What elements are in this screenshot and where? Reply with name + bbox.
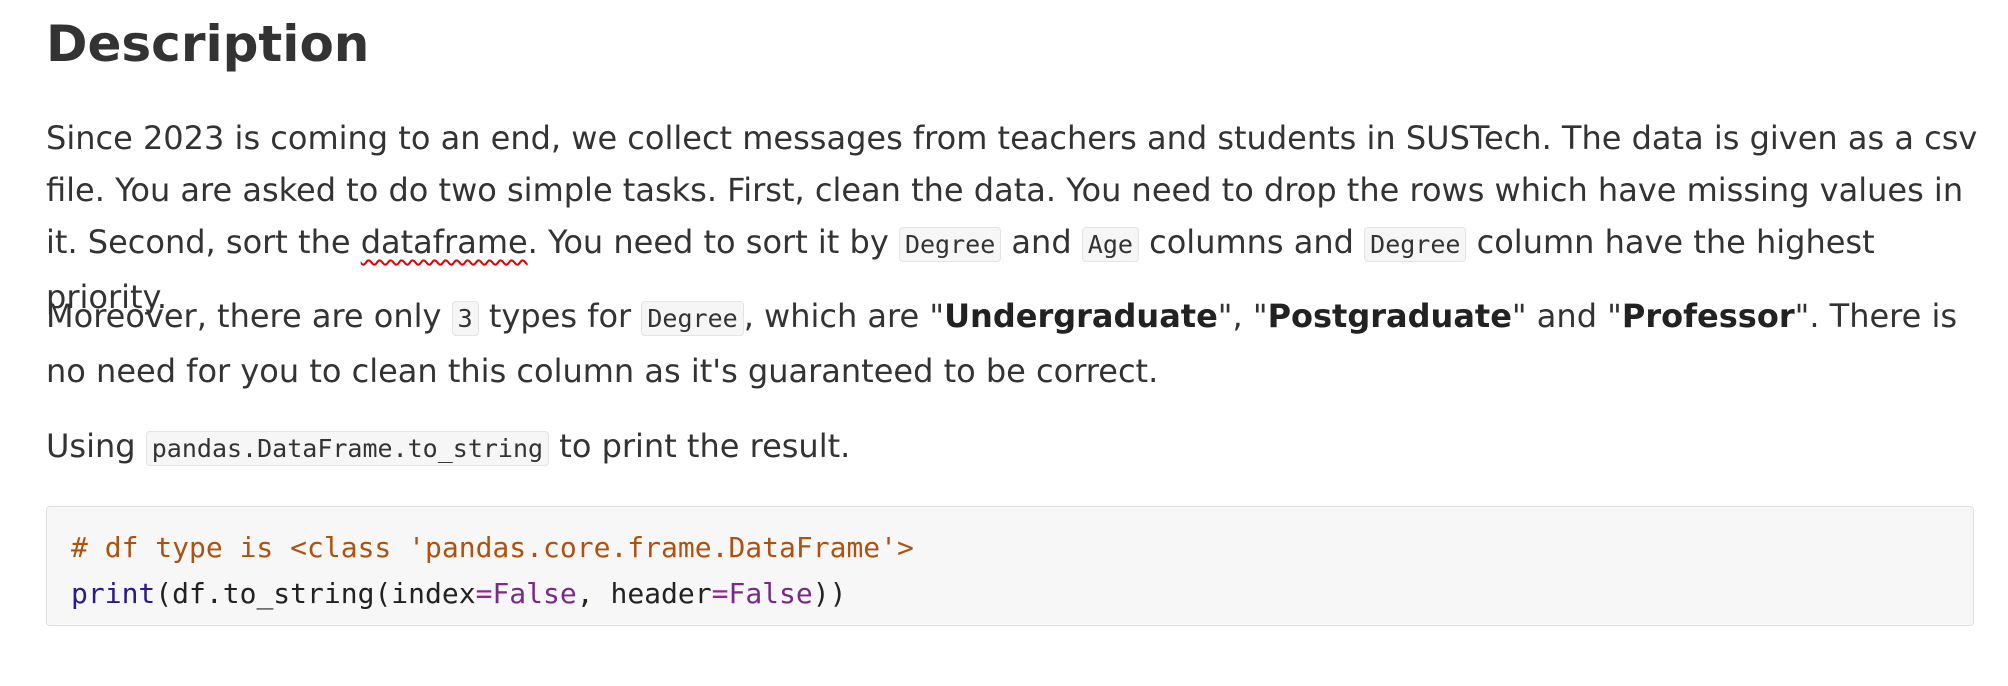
inline-code-age: Age xyxy=(1081,227,1139,262)
misspelled-word[interactable]: dataframe xyxy=(361,223,528,261)
text-run: , which are " xyxy=(743,297,945,335)
code-operator: = xyxy=(711,577,729,610)
text-run: Moreover, there are only xyxy=(46,297,452,335)
text-run: . You need to sort it by xyxy=(527,223,899,261)
degree-professor: Professor xyxy=(1621,297,1795,335)
code-comment: # df type is <class 'pandas.core.frame.D… xyxy=(71,531,914,564)
code-block[interactable]: # df type is <class 'pandas.core.frame.D… xyxy=(46,506,1974,626)
inline-code-degree: Degree xyxy=(898,227,1002,262)
text-run: ", " xyxy=(1217,297,1268,335)
inline-code-degree: Degree xyxy=(1364,227,1467,262)
code-operator: = xyxy=(475,577,493,610)
text-run: types for xyxy=(478,297,642,335)
inline-code-degree: Degree xyxy=(641,301,744,336)
code-keyword-false: False xyxy=(728,577,813,610)
code-text: , header xyxy=(576,577,712,610)
section-heading: Description xyxy=(46,15,370,73)
inline-code-to-string: pandas.DataFrame.to_string xyxy=(145,431,550,466)
usage-paragraph: Using pandas.DataFrame.to_string to prin… xyxy=(46,420,1981,475)
text-run: to print the result. xyxy=(549,427,851,465)
code-text: (df.to_string(index xyxy=(155,577,476,610)
code-print-fn: print xyxy=(71,577,156,610)
degree-postgraduate: Postgraduate xyxy=(1267,297,1512,335)
inline-code-count: 3 xyxy=(451,301,479,336)
degree-types-paragraph: Moreover, there are only 3 types for Deg… xyxy=(46,290,1981,397)
degree-undergraduate: Undergraduate xyxy=(944,297,1218,335)
text-run: Using xyxy=(46,427,146,465)
code-text: )) xyxy=(812,577,847,610)
text-run: columns and xyxy=(1138,223,1365,261)
code-keyword-false: False xyxy=(492,577,577,610)
text-run: and xyxy=(1001,223,1082,261)
text-run: " and " xyxy=(1511,297,1622,335)
